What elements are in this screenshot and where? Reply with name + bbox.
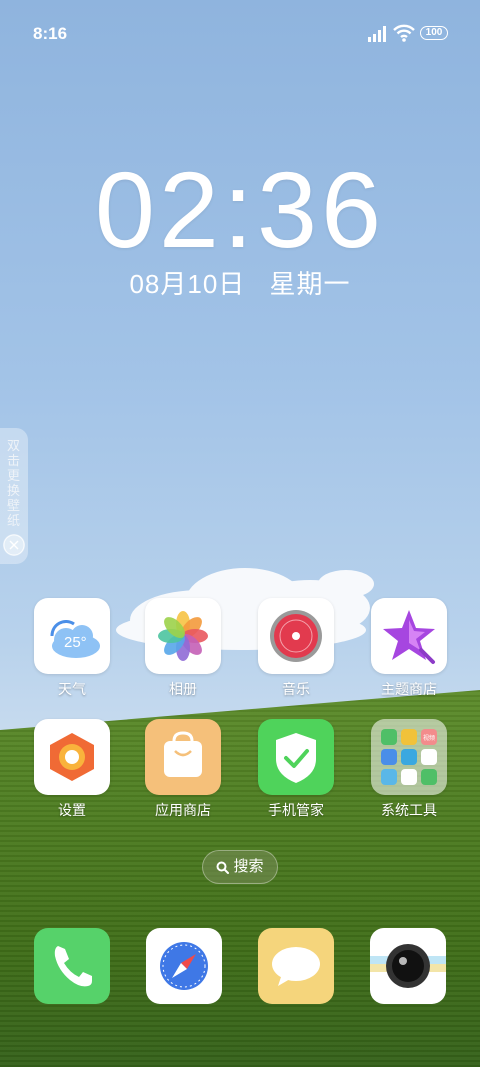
app-label: 主题商店 — [381, 681, 437, 697]
app-store[interactable]: 应用商店 — [128, 719, 238, 820]
app-system-tools-folder[interactable]: 视频 系统工具 — [354, 719, 464, 820]
app-label: 应用商店 — [155, 802, 211, 818]
app-phone-manager[interactable]: 手机管家 — [241, 719, 351, 820]
clock-time[interactable]: 02:36 — [0, 150, 480, 270]
app-music[interactable]: 音乐 — [241, 598, 351, 699]
signal-icon — [368, 26, 386, 42]
battery-level: 100 — [425, 27, 443, 38]
browser-icon[interactable] — [146, 928, 222, 1004]
app-theme-store[interactable]: 主题商店 — [354, 598, 464, 699]
app-label: 手机管家 — [268, 802, 324, 818]
theme-store-icon — [371, 598, 447, 674]
messages-icon[interactable] — [258, 928, 334, 1004]
app-store-icon — [145, 719, 221, 795]
phone-icon[interactable] — [34, 928, 110, 1004]
app-photos[interactable]: 相册 — [128, 598, 238, 699]
app-label: 设置 — [58, 802, 86, 818]
date-text: 08月10日 — [129, 269, 246, 299]
wallpaper-hint-pill[interactable]: 双击更换壁纸 — [0, 428, 28, 564]
app-label: 天气 — [58, 681, 86, 697]
search-button[interactable]: 搜索 — [202, 850, 278, 884]
app-label: 系统工具 — [381, 802, 437, 818]
wallpaper-hint-text: 双击更换壁纸 — [7, 438, 21, 528]
battery-icon: 100 — [420, 26, 448, 40]
search-icon — [216, 861, 230, 874]
wifi-icon — [393, 24, 415, 42]
weather-icon: 25° — [34, 598, 110, 674]
cloud — [318, 570, 374, 598]
app-label: 相册 — [169, 681, 197, 697]
music-icon — [258, 598, 334, 674]
system-tools-folder-icon: 视频 — [371, 719, 447, 795]
search-label: 搜索 — [233, 858, 264, 875]
folder-badge: 视频 — [422, 736, 435, 742]
status-time: 8:16 — [33, 24, 68, 43]
status-bar: 8:16 100 — [0, 0, 480, 66]
close-icon[interactable] — [3, 534, 25, 556]
clock-date[interactable]: 08月10日 星期一 — [0, 264, 480, 301]
camera-icon[interactable] — [370, 928, 446, 1004]
weekday-text: 星期一 — [269, 269, 351, 299]
weather-temp: 25° — [64, 634, 87, 651]
settings-icon — [34, 719, 110, 795]
photos-icon — [145, 598, 221, 674]
app-label: 音乐 — [282, 681, 310, 697]
app-settings[interactable]: 设置 — [17, 719, 127, 820]
app-weather[interactable]: 25° 天气 — [17, 598, 127, 699]
phone-manager-icon — [258, 719, 334, 795]
